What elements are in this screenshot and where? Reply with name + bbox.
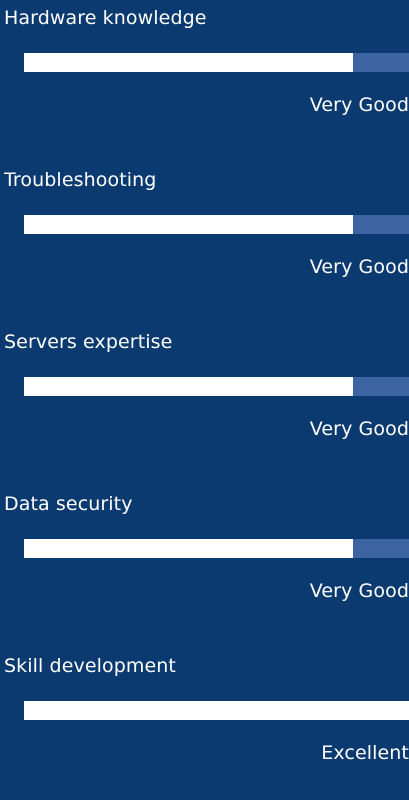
skill-rating: Very Good [309,256,409,278]
skill-progress-fill [24,377,354,396]
skill-rating: Very Good [309,418,409,440]
skill-name: Servers expertise [4,331,173,353]
skill-progress-fill [24,701,409,720]
skill-item-hardware-knowledge: Hardware knowledge Very Good [0,0,409,152]
skill-item-data-security: Data security Very Good [0,486,409,638]
skill-name: Skill development [4,655,176,677]
skill-progress-bar [24,53,409,72]
skill-item-servers-expertise: Servers expertise Very Good [0,324,409,476]
skill-progress-bar [24,215,409,234]
skill-name: Hardware knowledge [4,7,207,29]
skill-name: Data security [4,493,133,515]
skill-progress-bar [24,377,409,396]
skill-progress-bar [24,701,409,720]
skill-progress-bar [24,539,409,558]
skill-item-troubleshooting: Troubleshooting Very Good [0,162,409,314]
skill-progress-fill [24,53,354,72]
skill-rating: Very Good [309,94,409,116]
skill-rating: Very Good [309,580,409,602]
skill-name: Troubleshooting [4,169,157,191]
skill-item-skill-development: Skill development Excellent [0,648,409,800]
skill-progress-fill [24,215,354,234]
skill-rating: Excellent [321,742,409,764]
skill-progress-fill [24,539,354,558]
